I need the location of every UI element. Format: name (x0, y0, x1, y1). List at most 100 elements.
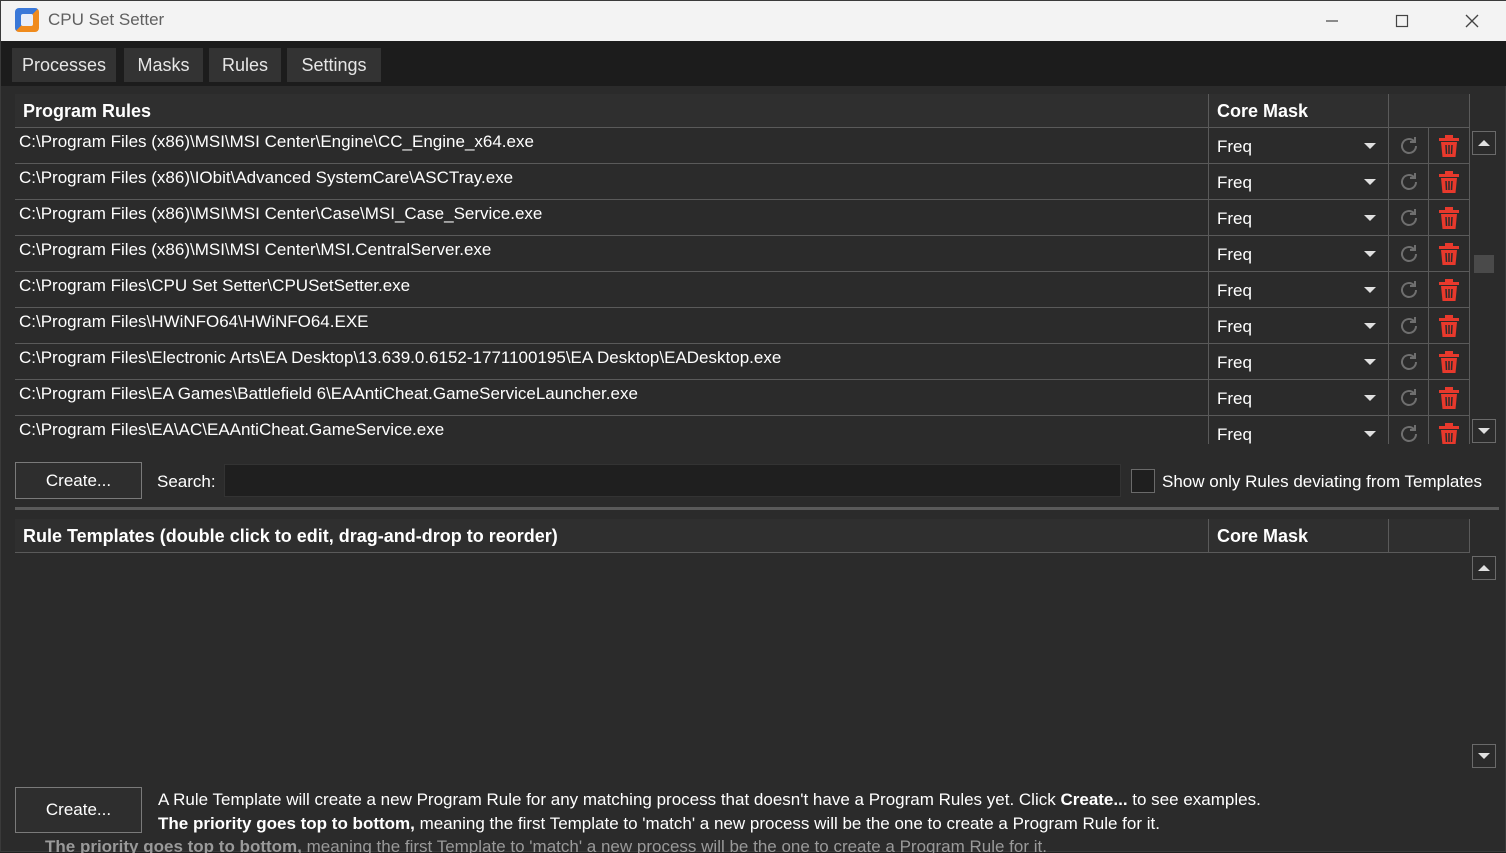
tab-processes[interactable]: Processes (12, 48, 116, 82)
rule-path[interactable]: C:\Program Files (x86)\MSI\MSI Center\MS… (15, 236, 1209, 272)
rule-path[interactable]: C:\Program Files (x86)\MSI\MSI Center\Ca… (15, 200, 1209, 236)
rule-path[interactable]: C:\Program Files (x86)\MSI\MSI Center\En… (15, 128, 1209, 164)
scroll-down-button[interactable] (1472, 419, 1496, 443)
rule-path[interactable]: C:\Program Files\HWiNFO64\HWiNFO64.EXE (15, 308, 1209, 344)
rule-path[interactable]: C:\Program Files\EA\AC\EAAntiCheat.GameS… (15, 416, 1209, 444)
table-row[interactable]: C:\Program Files\HWiNFO64\HWiNFO64.EXE Fr… (15, 308, 1470, 344)
delete-button[interactable] (1429, 416, 1470, 444)
core-mask-value: Freq (1217, 389, 1252, 408)
arrow-up-icon (1478, 140, 1490, 146)
delete-button[interactable] (1429, 236, 1470, 272)
app-window: CPU Set Setter Processes Masks Rules Set… (0, 0, 1506, 853)
rule-templates-column-header[interactable]: Rule Templates (double click to edit, dr… (15, 519, 1209, 553)
delete-button[interactable] (1429, 128, 1470, 164)
table-row[interactable]: C:\Program Files (x86)\IObit\Advanced Sy… (15, 164, 1470, 200)
maximize-button[interactable] (1367, 1, 1437, 41)
core-mask-column-header[interactable]: Core Mask (1209, 94, 1389, 128)
core-mask-dropdown[interactable]: Freq (1209, 128, 1389, 164)
rule-templates-scrollbar[interactable] (1471, 555, 1497, 769)
search-label: Search: (157, 472, 216, 491)
table-row[interactable]: C:\Program Files\Electronic Arts\EA Desk… (15, 344, 1470, 380)
table-row[interactable]: C:\Program Files\EA Games\Battlefield 6\… (15, 380, 1470, 416)
delete-button[interactable] (1429, 164, 1470, 200)
templates-scroll-up-button[interactable] (1472, 556, 1496, 580)
show-only-deviating-label[interactable]: Show only Rules deviating from Templates (1162, 472, 1482, 492)
program-rules-column-header[interactable]: Program Rules (15, 94, 1209, 128)
core-mask-dropdown[interactable]: Freq (1209, 200, 1389, 236)
core-mask-dropdown[interactable]: Freq (1209, 164, 1389, 200)
reset-button[interactable] (1389, 236, 1429, 272)
program-rules-scrollbar[interactable] (1471, 130, 1497, 444)
create-template-button[interactable]: Create... (15, 787, 142, 833)
minimize-button[interactable] (1297, 1, 1367, 41)
table-row[interactable]: C:\Program Files\EA\AC\EAAntiCheat.GameS… (15, 416, 1470, 444)
delete-button[interactable] (1429, 308, 1470, 344)
tab-masks[interactable]: Masks (124, 48, 203, 82)
close-icon (1465, 14, 1479, 28)
rule-templates-list[interactable] (15, 553, 1470, 769)
search-input[interactable] (224, 464, 1121, 497)
reset-button[interactable] (1389, 128, 1429, 164)
core-mask-dropdown[interactable]: Freq (1209, 308, 1389, 344)
templates-scroll-down-button[interactable] (1472, 744, 1496, 768)
core-mask-value: Freq (1217, 317, 1252, 336)
title-bar: CPU Set Setter (1, 1, 1506, 41)
maximize-icon (1395, 14, 1409, 28)
templates-core-mask-column-header[interactable]: Core Mask (1209, 519, 1389, 553)
close-button[interactable] (1437, 1, 1506, 41)
arrow-up-icon (1478, 565, 1490, 571)
trash-icon (1439, 423, 1459, 444)
chevron-down-icon (1364, 431, 1376, 437)
scroll-thumb[interactable] (1474, 254, 1494, 273)
chevron-down-icon (1364, 215, 1376, 221)
reset-icon (1400, 317, 1417, 334)
delete-button[interactable] (1429, 380, 1470, 416)
delete-button[interactable] (1429, 272, 1470, 308)
reset-icon (1400, 425, 1417, 442)
core-mask-dropdown[interactable]: Freq (1209, 236, 1389, 272)
chevron-down-icon (1364, 143, 1376, 149)
show-only-deviating-checkbox[interactable] (1131, 469, 1155, 493)
reset-button[interactable] (1389, 272, 1429, 308)
core-mask-dropdown[interactable]: Freq (1209, 344, 1389, 380)
core-mask-value: Freq (1217, 137, 1252, 156)
tab-rules[interactable]: Rules (209, 48, 281, 82)
rule-path[interactable]: C:\Program Files\EA Games\Battlefield 6\… (15, 380, 1209, 416)
chevron-down-icon (1364, 179, 1376, 185)
reset-button[interactable] (1389, 344, 1429, 380)
minimize-icon (1326, 20, 1338, 22)
trash-icon (1439, 243, 1459, 265)
ghost-text: The priority goes top to bottom, meaning… (45, 837, 1047, 853)
table-row[interactable]: C:\Program Files (x86)\MSI\MSI Center\Ca… (15, 200, 1470, 236)
table-row[interactable]: C:\Program Files (x86)\MSI\MSI Center\En… (15, 128, 1470, 164)
table-row[interactable]: C:\Program Files (x86)\MSI\MSI Center\MS… (15, 236, 1470, 272)
delete-button[interactable] (1429, 344, 1470, 380)
reset-button[interactable] (1389, 308, 1429, 344)
table-row[interactable]: C:\Program Files\CPU Set Setter\CPUSetSe… (15, 272, 1470, 308)
trash-icon (1439, 279, 1459, 301)
reset-button[interactable] (1389, 164, 1429, 200)
app-icon (15, 8, 39, 32)
tab-settings[interactable]: Settings (287, 48, 381, 82)
core-mask-dropdown[interactable]: Freq (1209, 272, 1389, 308)
template-info-line1: A Rule Template will create a new Progra… (158, 790, 1261, 809)
core-mask-dropdown[interactable]: Freq (1209, 380, 1389, 416)
reset-button[interactable] (1389, 200, 1429, 236)
delete-button[interactable] (1429, 200, 1470, 236)
chevron-down-icon (1364, 287, 1376, 293)
core-mask-value: Freq (1217, 353, 1252, 372)
scroll-up-button[interactable] (1472, 131, 1496, 155)
core-mask-dropdown[interactable]: Freq (1209, 416, 1389, 444)
program-rules-list: C:\Program Files (x86)\MSI\MSI Center\En… (15, 128, 1470, 444)
rule-path[interactable]: C:\Program Files\CPU Set Setter\CPUSetSe… (15, 272, 1209, 308)
rule-path[interactable]: C:\Program Files (x86)\IObit\Advanced Sy… (15, 164, 1209, 200)
reset-button[interactable] (1389, 416, 1429, 444)
reset-icon (1400, 245, 1417, 262)
rule-path[interactable]: C:\Program Files\Electronic Arts\EA Desk… (15, 344, 1209, 380)
reset-icon (1400, 281, 1417, 298)
reset-icon (1400, 137, 1417, 154)
reset-button[interactable] (1389, 380, 1429, 416)
create-rule-button[interactable]: Create... (15, 462, 142, 499)
chevron-down-icon (1364, 323, 1376, 329)
section-divider[interactable] (15, 507, 1499, 510)
